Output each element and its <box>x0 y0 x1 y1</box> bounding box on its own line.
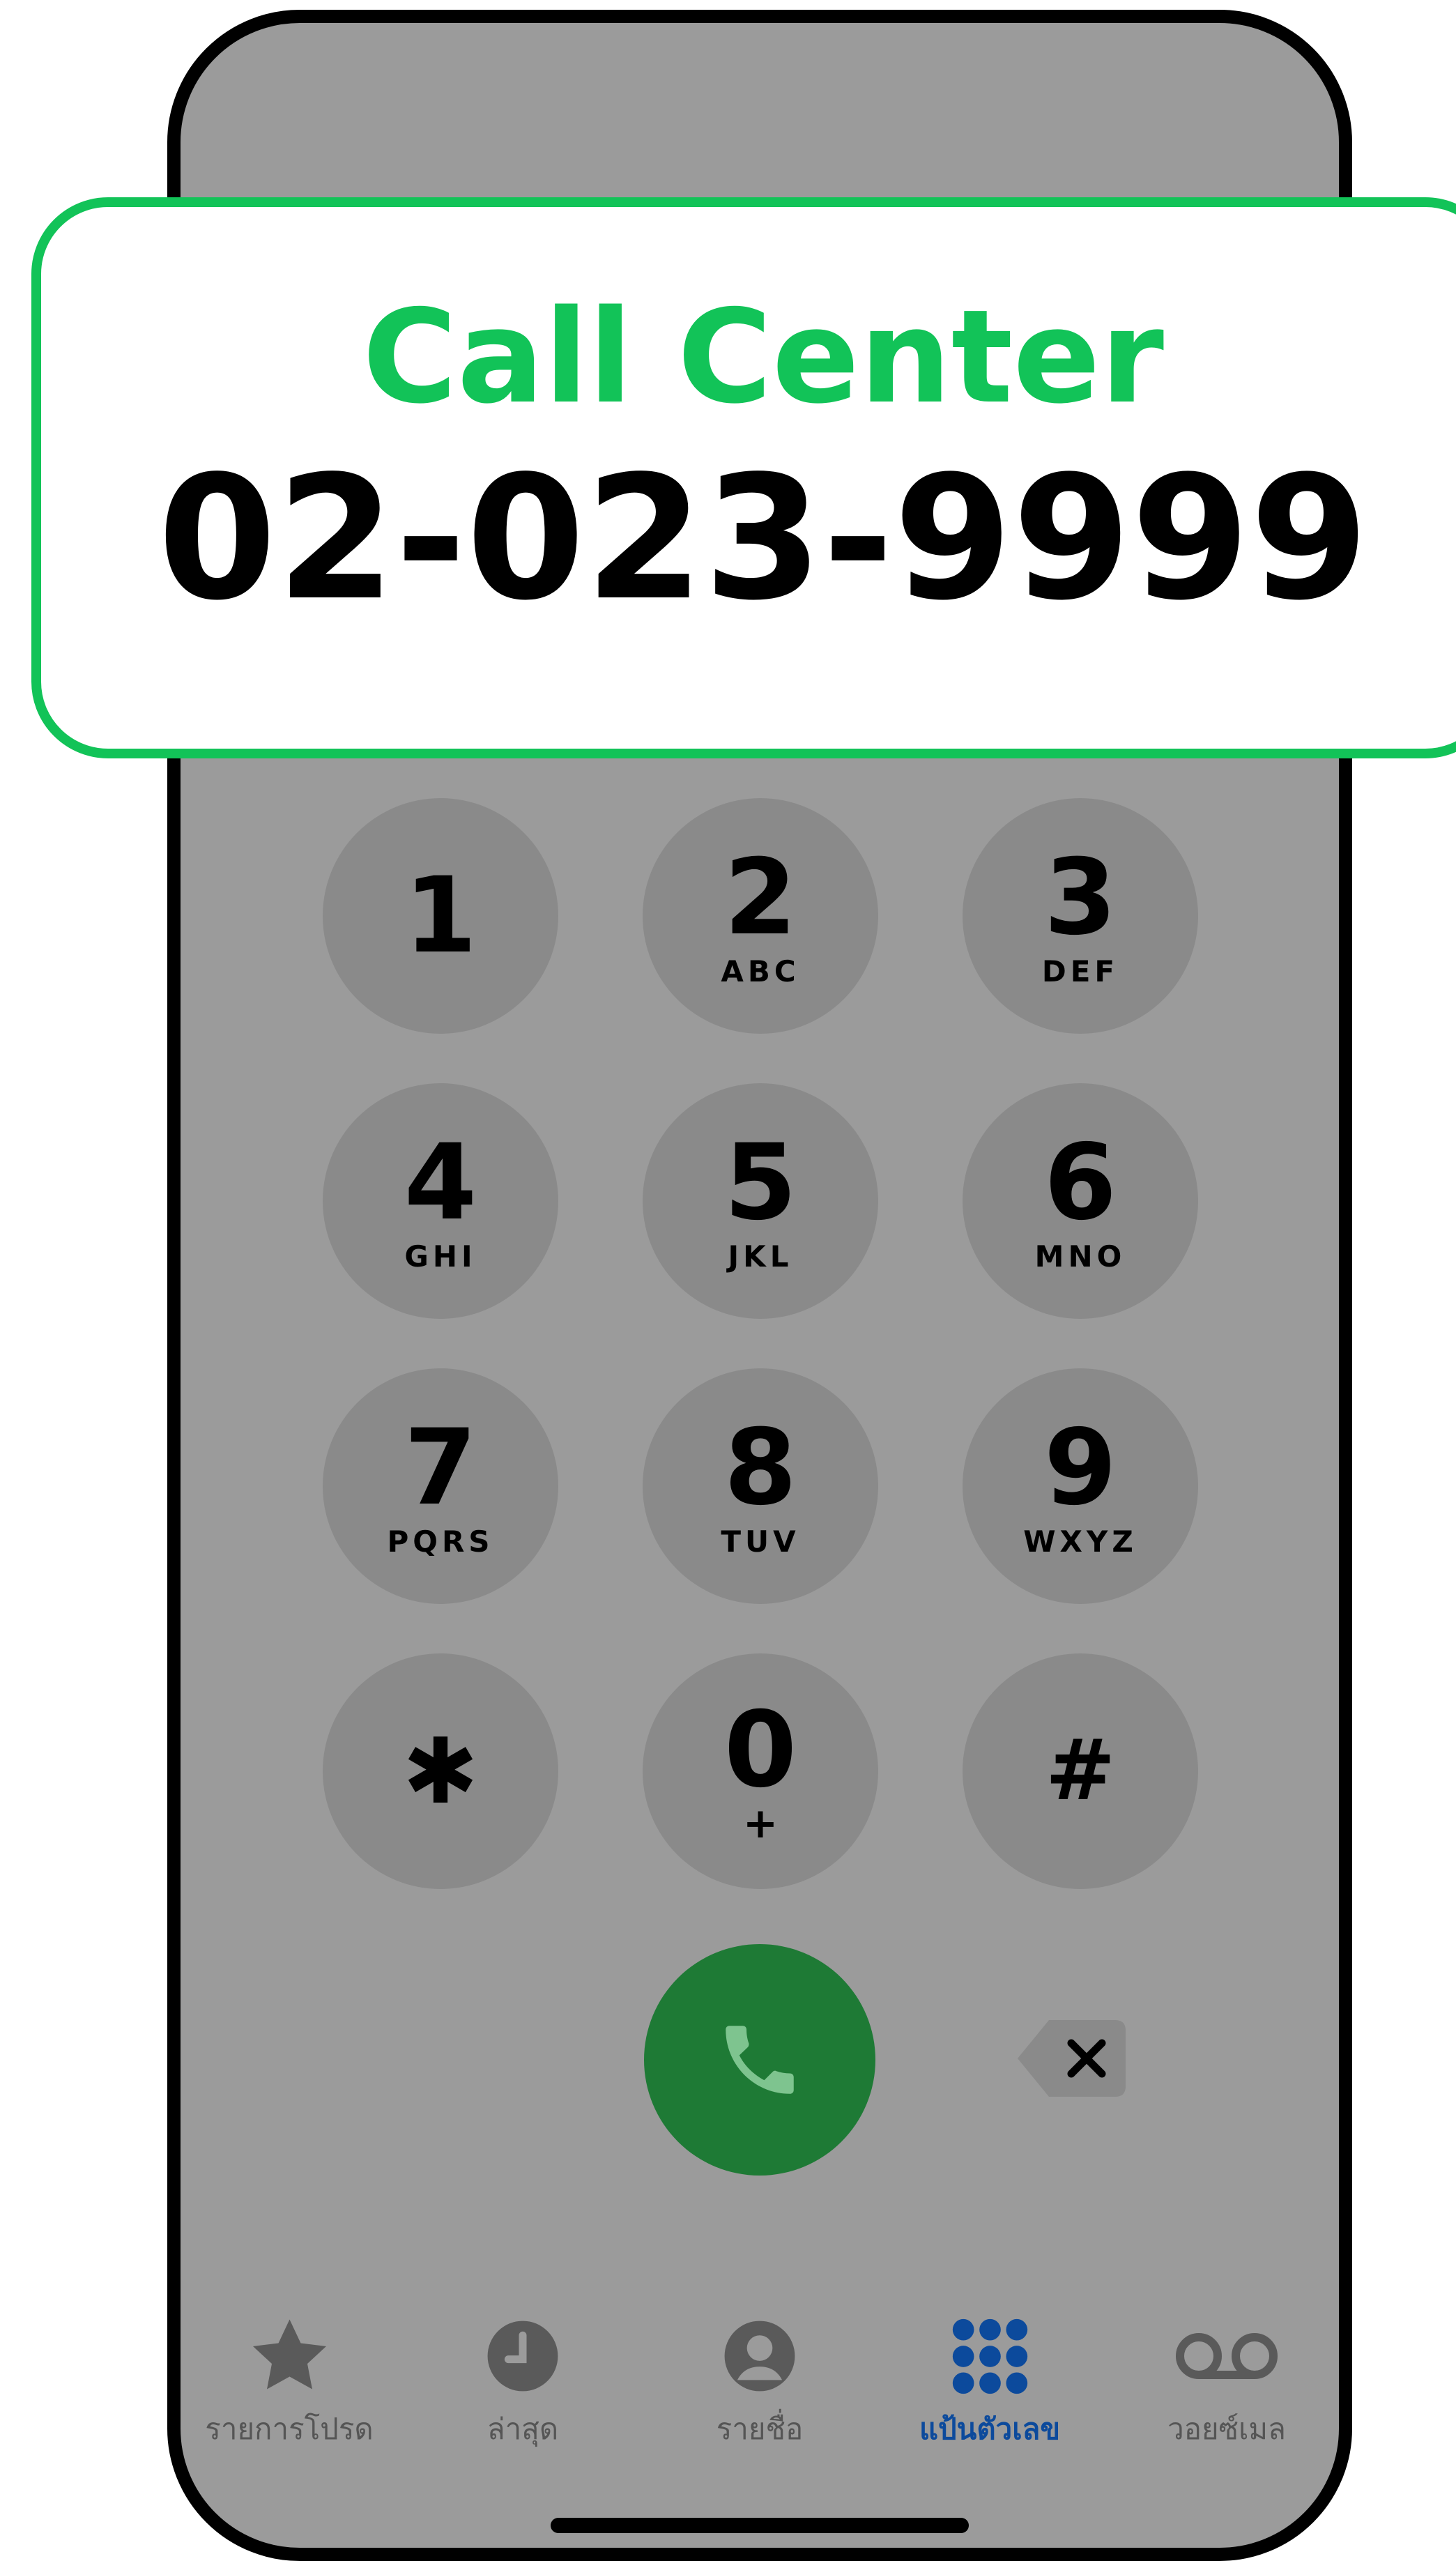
key-digit: 8 <box>723 1407 797 1529</box>
key-0[interactable]: 0 + <box>643 1653 878 1889</box>
banner-title: Call Center <box>362 282 1164 432</box>
tab-label: แป้นตัวเลข <box>919 2412 1061 2446</box>
key-digit: 9 <box>1043 1407 1117 1529</box>
tab-keypad[interactable]: แป้นตัวเลข <box>885 2314 1094 2452</box>
call-center-number: 02-023-9999 <box>158 439 1369 638</box>
clock-icon <box>484 2314 561 2398</box>
key-digit: 2 <box>723 837 797 958</box>
delete-left-icon <box>1018 2020 1126 2097</box>
tab-voicemail[interactable]: วอยซ์เมล <box>1122 2314 1331 2452</box>
tab-label: รายชื่อ <box>716 2412 804 2446</box>
key-letters: PQRS <box>387 1524 494 1559</box>
key-letters: JKL <box>728 1239 793 1274</box>
key-8[interactable]: 8 TUV <box>643 1368 878 1604</box>
tab-label: ล่าสุด <box>486 2412 559 2446</box>
keypad-icon <box>950 2314 1030 2398</box>
key-letters: GHI <box>404 1239 477 1274</box>
key-letters: WXYZ <box>1023 1524 1137 1559</box>
key-letters: TUV <box>721 1524 800 1559</box>
key-9[interactable]: 9 WXYZ <box>963 1368 1198 1604</box>
key-letters: DEF <box>1041 954 1119 988</box>
key-digit: 0 <box>723 1690 797 1811</box>
key-letters: MNO <box>1034 1239 1126 1274</box>
key-digit: 1 <box>404 855 477 977</box>
key-4[interactable]: 4 GHI <box>323 1083 558 1319</box>
key-1[interactable]: 1 <box>323 798 558 1034</box>
key-2[interactable]: 2 ABC <box>643 798 878 1034</box>
key-digit: 3 <box>1043 837 1117 958</box>
key-digit: # <box>1045 1722 1116 1819</box>
tab-recents[interactable]: ล่าสุด <box>418 2314 627 2452</box>
tab-label: วอยซ์เมล <box>1167 2412 1286 2446</box>
call-button[interactable] <box>644 1944 875 2176</box>
key-digit: 7 <box>404 1407 477 1529</box>
key-digit: 4 <box>404 1122 477 1244</box>
tab-contacts[interactable]: รายชื่อ <box>655 2314 864 2452</box>
key-hash[interactable]: # <box>963 1653 1198 1889</box>
tab-label: รายการโปรด <box>205 2412 374 2446</box>
key-3[interactable]: 3 DEF <box>963 798 1198 1034</box>
key-digit: ✱ <box>402 1718 479 1824</box>
key-star[interactable]: ✱ <box>323 1653 558 1889</box>
backspace-button[interactable] <box>1018 2020 1126 2097</box>
key-5[interactable]: 5 JKL <box>643 1083 878 1319</box>
home-indicator[interactable] <box>551 2518 969 2533</box>
key-digit: 6 <box>1043 1122 1117 1244</box>
star-icon <box>246 2314 333 2398</box>
phone-icon <box>726 2026 794 2094</box>
person-circle-icon <box>721 2314 798 2398</box>
key-digit: 5 <box>723 1122 797 1244</box>
tab-favorites[interactable]: รายการโปรด <box>185 2314 394 2452</box>
key-7[interactable]: 7 PQRS <box>323 1368 558 1604</box>
key-letters: ABC <box>721 954 800 988</box>
key-letters: + <box>742 1799 779 1848</box>
key-6[interactable]: 6 MNO <box>963 1083 1198 1319</box>
voicemail-icon <box>1171 2314 1282 2398</box>
